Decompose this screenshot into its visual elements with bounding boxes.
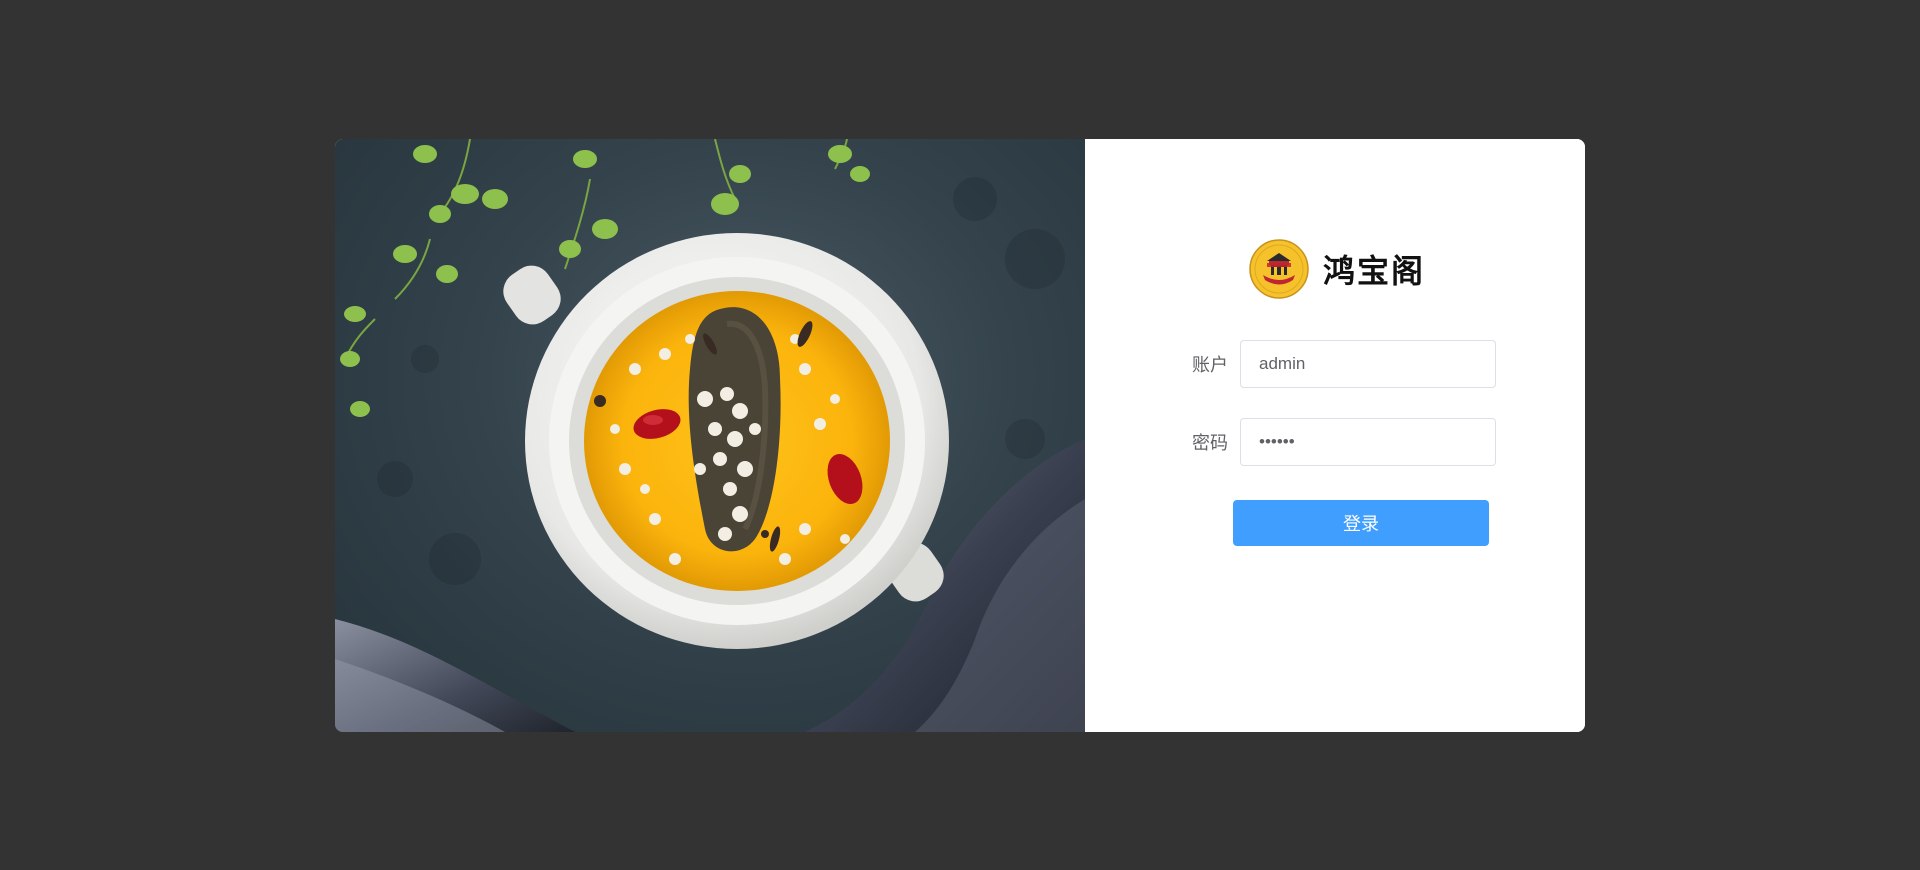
- soup-dish-photo-icon: [335, 139, 1085, 732]
- password-input[interactable]: [1240, 418, 1496, 466]
- password-row: 密码: [1178, 417, 1496, 467]
- login-form-panel: 鸿宝阁 账户 密码 登录: [1085, 139, 1585, 732]
- brand: 鸿宝阁: [1249, 239, 1425, 299]
- login-button[interactable]: 登录: [1233, 500, 1489, 546]
- restaurant-logo-icon: [1249, 239, 1309, 299]
- login-card: 鸿宝阁 账户 密码 登录: [335, 139, 1585, 732]
- account-label: 账户: [1192, 355, 1228, 376]
- account-input[interactable]: [1240, 340, 1496, 388]
- password-label: 密码: [1192, 433, 1228, 454]
- hero-image: [335, 139, 1085, 732]
- account-row: 账户: [1178, 339, 1496, 389]
- brand-name: 鸿宝阁: [1323, 252, 1426, 290]
